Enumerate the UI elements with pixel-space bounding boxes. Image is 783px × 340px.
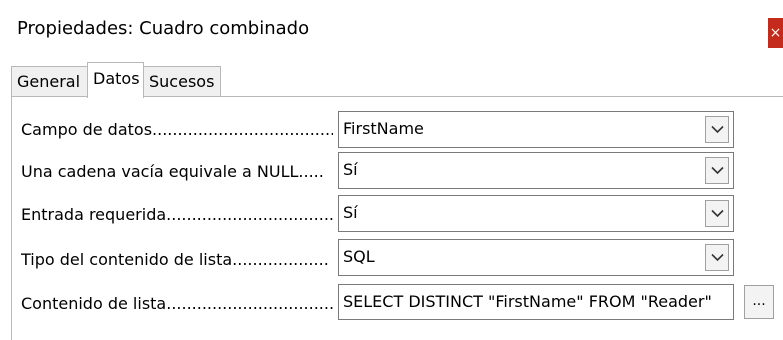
tab-general[interactable]: General	[11, 66, 88, 96]
browse-button[interactable]: ...	[744, 285, 774, 319]
dropdown-button[interactable]	[705, 157, 729, 184]
chevron-down-icon	[711, 209, 724, 218]
dropdown-button[interactable]	[705, 200, 729, 227]
dropdown-button[interactable]	[705, 244, 729, 271]
contenido-lista-value: SELECT DISTINCT "FirstName" FROM "Reader…	[343, 292, 712, 311]
cadena-vacia-combo[interactable]: Sí	[338, 152, 734, 189]
tab-datos[interactable]: Datos	[87, 62, 144, 98]
close-button[interactable]: ×	[768, 18, 783, 48]
tipo-contenido-value: SQL	[343, 247, 375, 266]
chevron-down-icon	[711, 253, 724, 262]
tab-sucesos[interactable]: Sucesos	[143, 66, 221, 96]
chevron-down-icon	[711, 166, 724, 175]
tipo-contenido-label: Tipo del contenido de lista.............…	[21, 250, 329, 269]
entrada-requerida-label: Entrada requerida.......................…	[21, 205, 333, 224]
entrada-requerida-combo[interactable]: Sí	[338, 195, 734, 232]
dropdown-button[interactable]	[705, 116, 729, 143]
window-title: Propiedades: Cuadro combinado	[17, 18, 310, 39]
tab-bar: General Datos Sucesos	[0, 58, 783, 98]
cadena-vacia-value: Sí	[343, 160, 358, 179]
tipo-contenido-combo[interactable]: SQL	[338, 239, 734, 276]
chevron-down-icon	[711, 125, 724, 134]
campo-datos-combo[interactable]: FirstName	[338, 111, 734, 148]
title-bar: Propiedades: Cuadro combinado ×	[0, 0, 783, 58]
cadena-vacia-label: Una cadena vacía equivale a NULL.....	[21, 162, 324, 181]
contenido-lista-field[interactable]: SELECT DISTINCT "FirstName" FROM "Reader…	[338, 284, 734, 320]
entrada-requerida-value: Sí	[343, 203, 358, 222]
campo-datos-label: Campo de datos..........................…	[21, 120, 333, 139]
contenido-lista-label: Contenido de lista......................…	[21, 294, 333, 313]
campo-datos-value: FirstName	[343, 119, 424, 138]
